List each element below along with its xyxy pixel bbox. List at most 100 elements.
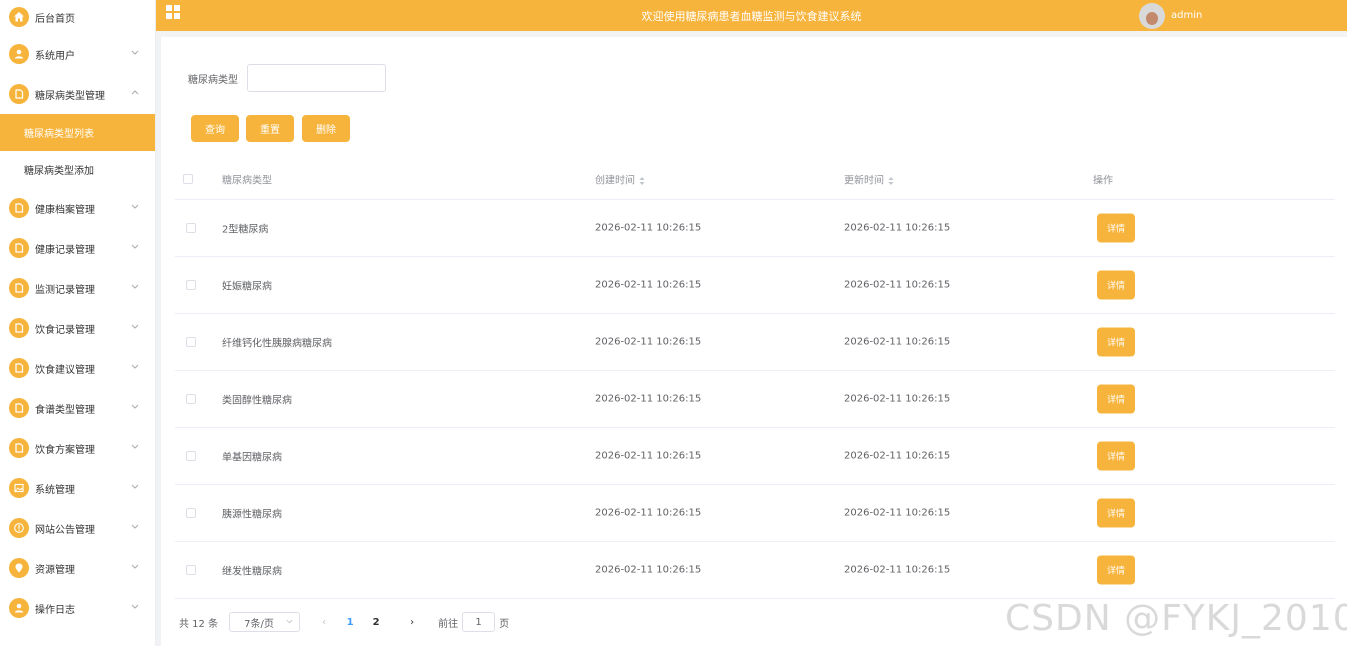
sidebar-item-label: 饮食方案管理: [35, 444, 95, 456]
column-header-label: 更新时间: [844, 175, 884, 187]
chevron-down-icon: [131, 563, 139, 574]
watermark: CSDN @FYKJ_2010: [1005, 598, 1347, 639]
row-checkbox[interactable]: [186, 223, 196, 233]
sidebar-item-label: 系统管理: [35, 484, 75, 496]
page-number[interactable]: 2: [368, 617, 384, 628]
row-checkbox[interactable]: [186, 508, 196, 518]
sidebar-item-label: 系统用户: [35, 50, 75, 62]
cell-updated: 2026-02-11 10:26:15: [844, 507, 951, 519]
avatar: [1139, 2, 1165, 29]
sidebar-item-resource[interactable]: 资源管理: [0, 548, 155, 588]
cell-type: 胰源性糖尿病: [222, 509, 282, 521]
detail-button[interactable]: 详情: [1097, 498, 1135, 528]
cell-type: 妊娠糖尿病: [222, 281, 272, 293]
table-row: 2型糖尿病 2026-02-11 10:26:15 2026-02-11 10:…: [175, 200, 1335, 257]
cell-type: 继发性糖尿病: [222, 566, 282, 578]
delete-button[interactable]: 删除: [302, 115, 350, 142]
sidebar-item-announcement[interactable]: 网站公告管理: [0, 508, 155, 548]
sidebar-item-health-file[interactable]: 健康档案管理: [0, 188, 155, 228]
username: admin: [1171, 10, 1203, 21]
user-menu[interactable]: admin: [1139, 0, 1202, 31]
table-row: 纤维钙化性胰腺病糖尿病 2026-02-11 10:26:15 2026-02-…: [175, 314, 1335, 371]
sidebar-item-diabetes-type[interactable]: 糖尿病类型管理: [0, 74, 155, 114]
row-checkbox[interactable]: [186, 280, 196, 290]
chevron-down-icon: [131, 483, 139, 494]
row-checkbox[interactable]: [186, 337, 196, 347]
document-icon: [9, 84, 29, 104]
goto-prefix: 前往: [438, 618, 459, 630]
next-page-icon[interactable]: ›: [404, 617, 420, 628]
document-icon: [9, 278, 29, 298]
submenu-diabetes-type-list[interactable]: 糖尿病类型列表: [0, 114, 155, 151]
cell-created: 2026-02-11 10:26:15: [595, 393, 702, 405]
sidebar-item-diet-advice[interactable]: 饮食建议管理: [0, 348, 155, 388]
page-number[interactable]: 1: [342, 617, 358, 628]
row-checkbox[interactable]: [186, 394, 196, 404]
sidebar-item-diet-record[interactable]: 饮食记录管理: [0, 308, 155, 348]
chevron-up-icon: [131, 89, 139, 100]
sidebar: 后台首页 系统用户 糖尿病类型管理 糖尿病类型列表 糖尿病类型添加 健康档案管理…: [0, 0, 156, 646]
detail-button[interactable]: 详情: [1097, 384, 1135, 414]
column-header-created[interactable]: 创建时间: [595, 172, 645, 187]
main-content: 糖尿病类型 查询 重置 删除 糖尿病类型 创建时间 更新时间 操作 2型糖尿病 …: [161, 37, 1347, 646]
submenu-diabetes-type-add[interactable]: 糖尿病类型添加: [0, 151, 155, 188]
detail-button[interactable]: 详情: [1097, 270, 1135, 300]
cell-type: 纤维钙化性胰腺病糖尿病: [222, 338, 332, 350]
user-icon: [9, 598, 29, 618]
chevron-down-icon: [286, 617, 293, 628]
sidebar-item-system-manage[interactable]: 系统管理: [0, 468, 155, 508]
user-icon: [9, 44, 29, 64]
document-icon: [9, 358, 29, 378]
prev-page-icon[interactable]: ‹: [316, 617, 332, 628]
sidebar-item-home[interactable]: 后台首页: [0, 0, 155, 34]
sidebar-item-label: 饮食建议管理: [35, 364, 95, 376]
home-icon: [9, 7, 29, 27]
cell-created: 2026-02-11 10:26:15: [595, 279, 702, 291]
table-row: 类固醇性糖尿病 2026-02-11 10:26:15 2026-02-11 1…: [175, 371, 1335, 428]
cell-type: 2型糖尿病: [222, 224, 269, 236]
column-header-updated[interactable]: 更新时间: [844, 172, 894, 187]
location-icon: [9, 558, 29, 578]
sidebar-item-operation-log[interactable]: 操作日志: [0, 588, 155, 628]
sidebar-item-label: 资源管理: [35, 564, 75, 576]
select-all-checkbox[interactable]: [183, 174, 193, 184]
detail-button[interactable]: 详情: [1097, 327, 1135, 357]
sidebar-item-health-record[interactable]: 健康记录管理: [0, 228, 155, 268]
column-header-type: 糖尿病类型: [222, 175, 272, 187]
cell-created: 2026-02-11 10:26:15: [595, 564, 702, 576]
row-checkbox[interactable]: [186, 451, 196, 461]
cell-updated: 2026-02-11 10:26:15: [844, 279, 951, 291]
row-checkbox[interactable]: [186, 565, 196, 575]
chevron-down-icon: [131, 603, 139, 614]
document-icon: [9, 398, 29, 418]
page-size-value: 7条/页: [244, 618, 274, 630]
pagination: 共 12 条 7条/页 ‹ 1 2 › 前往 1 页: [179, 612, 509, 632]
goto-page-input[interactable]: 1: [462, 612, 496, 632]
cell-type: 类固醇性糖尿病: [222, 395, 292, 407]
search-label: 糖尿病类型: [188, 74, 238, 86]
sort-icon[interactable]: [639, 176, 645, 185]
document-icon: [9, 318, 29, 338]
detail-button[interactable]: 详情: [1097, 441, 1135, 471]
sidebar-item-recipe-type[interactable]: 食谱类型管理: [0, 388, 155, 428]
sidebar-item-label: 网站公告管理: [35, 524, 95, 536]
document-icon: [9, 238, 29, 258]
goto-suffix: 页: [499, 618, 510, 630]
detail-button[interactable]: 详情: [1097, 555, 1135, 585]
search-form: 糖尿病类型: [188, 64, 386, 92]
document-icon: [9, 438, 29, 458]
page-size-select[interactable]: 7条/页: [229, 612, 301, 632]
query-button[interactable]: 查询: [191, 115, 239, 142]
detail-button[interactable]: 详情: [1097, 213, 1135, 243]
sidebar-item-monitor-record[interactable]: 监测记录管理: [0, 268, 155, 308]
sidebar-item-diet-plan[interactable]: 饮食方案管理: [0, 428, 155, 468]
cell-updated: 2026-02-11 10:26:15: [844, 222, 951, 234]
chevron-down-icon: [131, 363, 139, 374]
search-input[interactable]: [247, 64, 386, 92]
reset-button[interactable]: 重置: [246, 115, 294, 142]
table-row: 胰源性糖尿病 2026-02-11 10:26:15 2026-02-11 10…: [175, 485, 1335, 542]
chevron-down-icon: [131, 283, 139, 294]
table-row: 单基因糖尿病 2026-02-11 10:26:15 2026-02-11 10…: [175, 428, 1335, 485]
sidebar-item-system-users[interactable]: 系统用户: [0, 34, 155, 74]
sort-icon[interactable]: [888, 176, 894, 185]
